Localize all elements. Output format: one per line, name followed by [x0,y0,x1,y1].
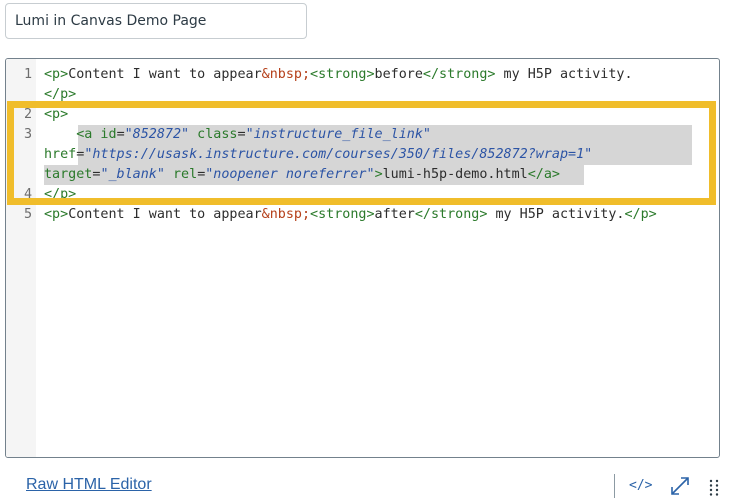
line-number: 5 [23,207,32,222]
html-code-editor[interactable]: 1 2 3 4 5 <p>Content I want to appear&nb… [5,58,720,458]
tag: <a [76,127,93,142]
attribute-value: "852872" [124,127,190,142]
text: my H5P activity. [495,67,633,82]
tag: </p> [624,207,657,222]
tag: </a> [527,167,560,182]
line-number: 3 [23,127,32,142]
equals: = [237,127,246,142]
attribute-value: "https://usask.instructure.com/courses/3… [84,147,593,162]
expand-icon[interactable] [669,475,691,497]
tag: <strong> [310,67,375,82]
tag: <p> [44,107,69,122]
tag: <p> [44,67,69,82]
link-text: lumi-h5p-demo.html [382,167,528,182]
entity: &nbsp; [261,67,311,82]
text: after [374,207,415,222]
line-number: 4 [23,187,32,202]
attribute: class [189,127,238,142]
code-line-1: <p>Content I want to appear&nbsp;<strong… [44,65,633,85]
code-line-4: </p> [44,185,76,205]
tag: <p> [44,207,69,222]
code-line-5: <p>Content I want to appear&nbsp;<strong… [44,205,657,225]
tag: <strong> [310,207,375,222]
code-line-3-wrap-2: target="_blank" rel="noopener noreferrer… [44,165,560,185]
code-line-1-wrap: </p> [44,85,76,105]
attribute-value: "noopener noreferrer" [205,167,375,182]
page-title-input[interactable] [5,3,307,39]
line-number: 2 [23,107,32,122]
toolbar-divider [614,474,615,498]
tag: > [374,167,383,182]
entity: &nbsp; [261,207,311,222]
tag: </strong> [422,67,496,82]
attribute-value: "instructure_file_link" [245,127,431,142]
tag: </p> [44,87,77,102]
text: before [374,67,423,82]
attribute: target [44,167,93,182]
attribute: rel [164,167,198,182]
code-line-2: <p> [44,105,68,125]
code-line-3: <a id="852872" class="instructure_file_l… [44,125,431,145]
equals: = [116,127,125,142]
code-line-3-wrap-1: href="https://usask.instructure.com/cour… [44,145,592,165]
attribute-value: "_blank" [100,167,165,182]
raw-html-editor-link[interactable]: Raw HTML Editor [26,476,152,494]
line-number: 1 [23,67,32,82]
attribute: href [44,147,77,162]
text: my H5P activity. [487,207,625,222]
text: Content I want to appear [68,67,262,82]
drag-handle-icon[interactable] [709,479,719,497]
tag: </p> [44,187,77,202]
tag: </strong> [414,207,488,222]
html-view-toggle-button[interactable]: </> [629,478,652,493]
text: Content I want to appear [68,207,262,222]
attribute: id [92,127,117,142]
